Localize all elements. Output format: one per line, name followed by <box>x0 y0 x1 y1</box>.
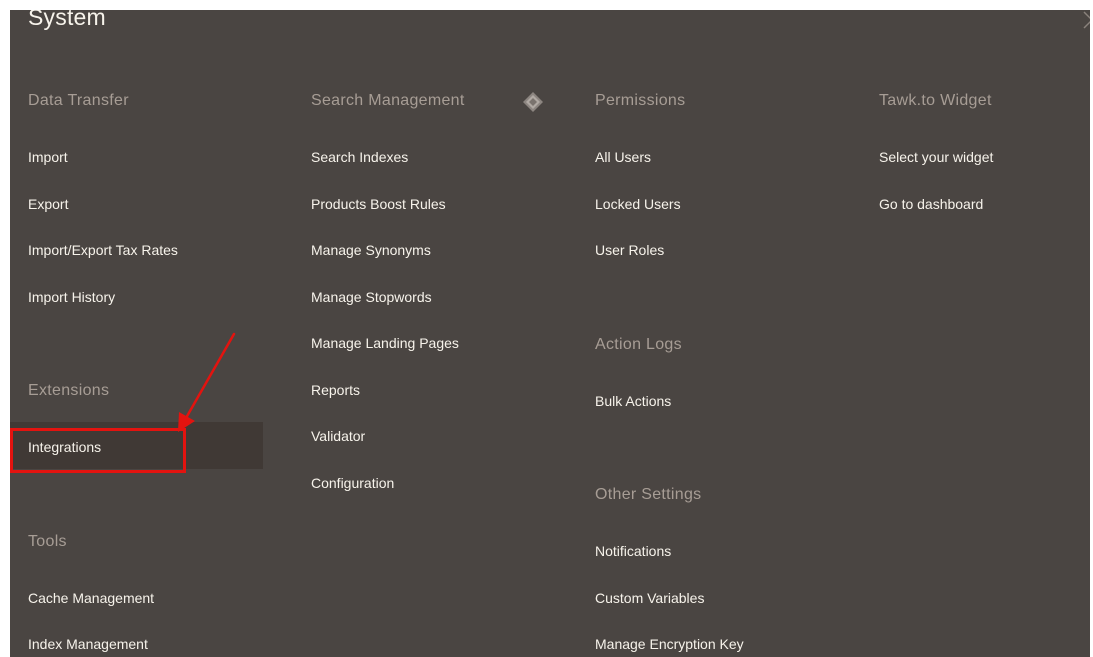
menu-item-custom-variables[interactable]: Custom Variables <box>595 590 704 606</box>
menu-item-locked-users[interactable]: Locked Users <box>595 196 681 212</box>
heading-permissions: Permissions <box>595 92 686 109</box>
heading-extensions: Extensions <box>28 382 110 399</box>
menu-item-bulk-actions[interactable]: Bulk Actions <box>595 393 671 409</box>
heading-action-logs: Action Logs <box>595 336 682 353</box>
menu-item-index-management[interactable]: Index Management <box>28 636 148 652</box>
menu-item-manage-landing-pages[interactable]: Manage Landing Pages <box>311 335 459 351</box>
close-icon[interactable] <box>1080 10 1090 32</box>
menu-title: System <box>28 10 106 30</box>
menu-item-export[interactable]: Export <box>28 196 68 212</box>
heading-other-settings: Other Settings <box>595 486 702 503</box>
menu-item-user-roles[interactable]: User Roles <box>595 242 664 258</box>
annotation-highlight-box <box>10 428 186 473</box>
menu-item-reports[interactable]: Reports <box>311 382 360 398</box>
menu-item-all-users[interactable]: All Users <box>595 149 651 165</box>
menu-item-manage-encryption-key[interactable]: Manage Encryption Key <box>595 636 744 652</box>
menu-item-search-indexes[interactable]: Search Indexes <box>311 149 408 165</box>
heading-tawkto-widget: Tawk.to Widget <box>879 92 992 109</box>
menu-item-cache-management[interactable]: Cache Management <box>28 590 154 606</box>
menu-item-import-export-tax-rates[interactable]: Import/Export Tax Rates <box>28 242 178 258</box>
menu-item-configuration[interactable]: Configuration <box>311 475 394 491</box>
menu-item-validator[interactable]: Validator <box>311 428 365 444</box>
system-menu-panel: System Data Transfer Import Export Impor… <box>10 10 1090 657</box>
annotation-arrow <box>178 332 236 432</box>
heading-tools: Tools <box>28 533 67 550</box>
heading-data-transfer: Data Transfer <box>28 92 129 109</box>
menu-item-go-to-dashboard[interactable]: Go to dashboard <box>879 196 983 212</box>
menu-item-notifications[interactable]: Notifications <box>595 543 671 559</box>
menu-item-products-boost-rules[interactable]: Products Boost Rules <box>311 196 446 212</box>
menu-item-import-history[interactable]: Import History <box>28 289 115 305</box>
menu-item-manage-synonyms[interactable]: Manage Synonyms <box>311 242 431 258</box>
diamond-logo-icon <box>522 91 544 113</box>
menu-item-import[interactable]: Import <box>28 149 68 165</box>
menu-item-manage-stopwords[interactable]: Manage Stopwords <box>311 289 432 305</box>
heading-search-management: Search Management <box>311 92 465 109</box>
menu-item-select-your-widget[interactable]: Select your widget <box>879 149 993 165</box>
